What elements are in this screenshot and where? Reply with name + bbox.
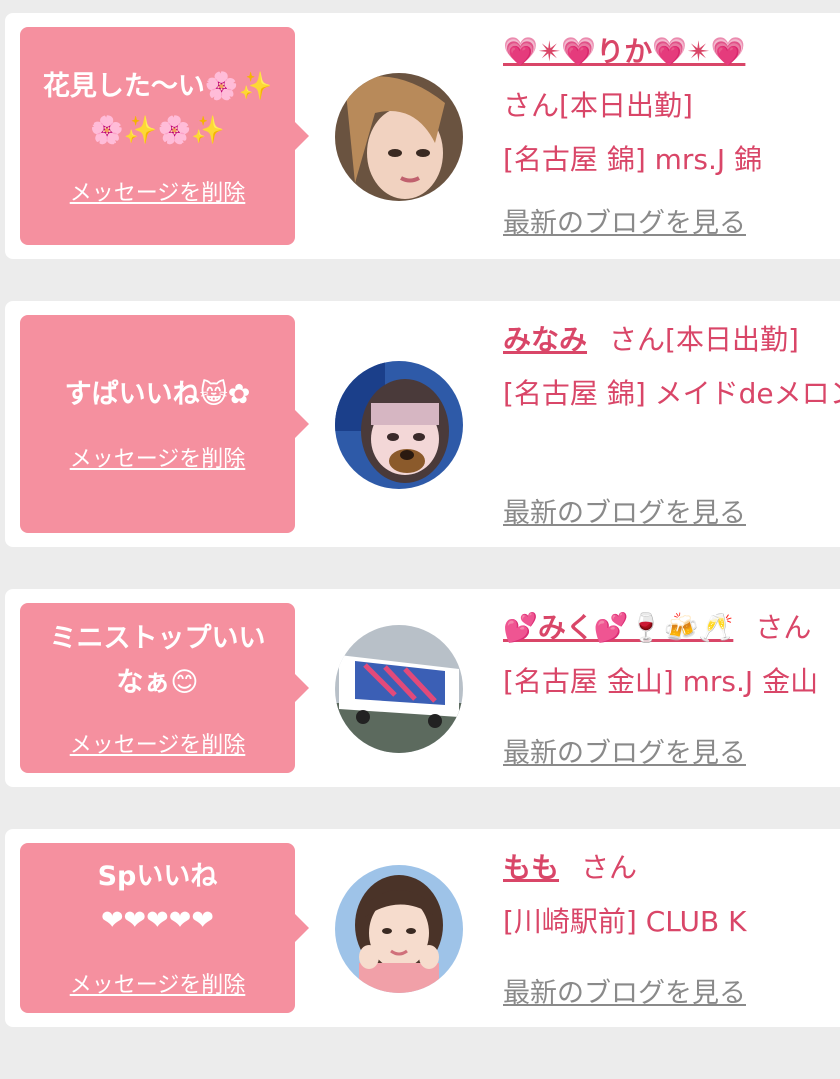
message-bubble: すぱいいね😸✿ メッセージを削除 <box>20 315 309 533</box>
profile-photo-icon <box>335 361 463 489</box>
girl-name-link[interactable]: みなみ <box>503 323 587 356</box>
avatar[interactable] <box>335 865 463 993</box>
shop-name: [名古屋 錦] メイドdeメロン <box>503 377 840 410</box>
girl-info: もも さん [川崎駅前] CLUB K <box>503 841 840 949</box>
message-card: 花見した〜い🌸✨ 🌸✨🌸✨ メッセージを削除 💗✴💗りか💗✴💗 さん[本日出勤]… <box>5 13 840 259</box>
latest-blog-link[interactable]: 最新のブログを見る <box>503 201 746 240</box>
delete-message-link[interactable]: メッセージを削除 <box>20 175 295 207</box>
latest-blog-link[interactable]: 最新のブログを見る <box>503 731 746 770</box>
shop-name: [名古屋 錦] mrs.J 錦 <box>503 143 763 176</box>
message-card: すぱいいね😸✿ メッセージを削除 みなみ さん[本日出勤] [名古屋 錦] メイド… <box>5 301 840 547</box>
profile-photo-icon <box>335 73 463 201</box>
latest-blog-link[interactable]: 最新のブログを見る <box>503 491 746 530</box>
message-text: すぱいいね😸✿ <box>64 379 251 410</box>
honorific: さん <box>581 851 638 884</box>
shop-name: [川崎駅前] CLUB K <box>503 905 747 938</box>
honorific: さん <box>609 323 666 356</box>
message-bubble: 花見した〜い🌸✨ 🌸✨🌸✨ メッセージを削除 <box>20 27 309 245</box>
message-text: Spいいね ❤❤❤❤❤ <box>97 861 218 936</box>
girl-info: 💗✴💗りか💗✴💗 さん[本日出勤] [名古屋 錦] mrs.J 錦 <box>503 25 840 187</box>
avatar[interactable] <box>335 625 463 753</box>
honorific: さん <box>755 611 812 644</box>
girl-name-link[interactable]: 💕みく💕🍷🍻🥂 <box>503 611 733 644</box>
girl-info: みなみ さん[本日出勤] [名古屋 錦] メイドdeメロン <box>503 313 840 421</box>
message-list: 花見した〜い🌸✨ 🌸✨🌸✨ メッセージを削除 💗✴💗りか💗✴💗 さん[本日出勤]… <box>0 0 840 1079</box>
girl-name-link[interactable]: もも <box>503 851 559 884</box>
status-badge: [本日出勤] <box>665 323 799 356</box>
delete-message-link[interactable]: メッセージを削除 <box>20 727 295 759</box>
avatar[interactable] <box>335 361 463 489</box>
status-badge: [本日出勤] <box>559 89 693 122</box>
delete-message-link[interactable]: メッセージを削除 <box>20 441 295 473</box>
avatar[interactable] <box>335 73 463 201</box>
message-card: ミニストップいい なぁ😊 メッセージを削除 💕みく💕🍷🍻🥂 さん [名古屋 金山]… <box>5 589 840 787</box>
shop-name: [名古屋 金山] mrs.J 金山 <box>503 665 819 698</box>
message-text: 花見した〜い🌸✨ 🌸✨🌸✨ <box>42 71 273 146</box>
delete-message-link[interactable]: メッセージを削除 <box>20 967 295 999</box>
message-card: Spいいね ❤❤❤❤❤ メッセージを削除 もも さん [川崎駅前] CLUB K … <box>5 829 840 1027</box>
latest-blog-link[interactable]: 最新のブログを見る <box>503 971 746 1010</box>
profile-photo-icon <box>335 625 463 753</box>
message-bubble: Spいいね ❤❤❤❤❤ メッセージを削除 <box>20 843 309 1013</box>
message-bubble: ミニストップいい なぁ😊 メッセージを削除 <box>20 603 309 773</box>
girl-name-link[interactable]: 💗✴💗りか💗✴💗 <box>503 35 745 68</box>
message-text: ミニストップいい なぁ😊 <box>49 623 266 698</box>
profile-photo-icon <box>335 865 463 993</box>
girl-info: 💕みく💕🍷🍻🥂 さん [名古屋 金山] mrs.J 金山 <box>503 601 840 709</box>
honorific: さん <box>503 89 560 122</box>
